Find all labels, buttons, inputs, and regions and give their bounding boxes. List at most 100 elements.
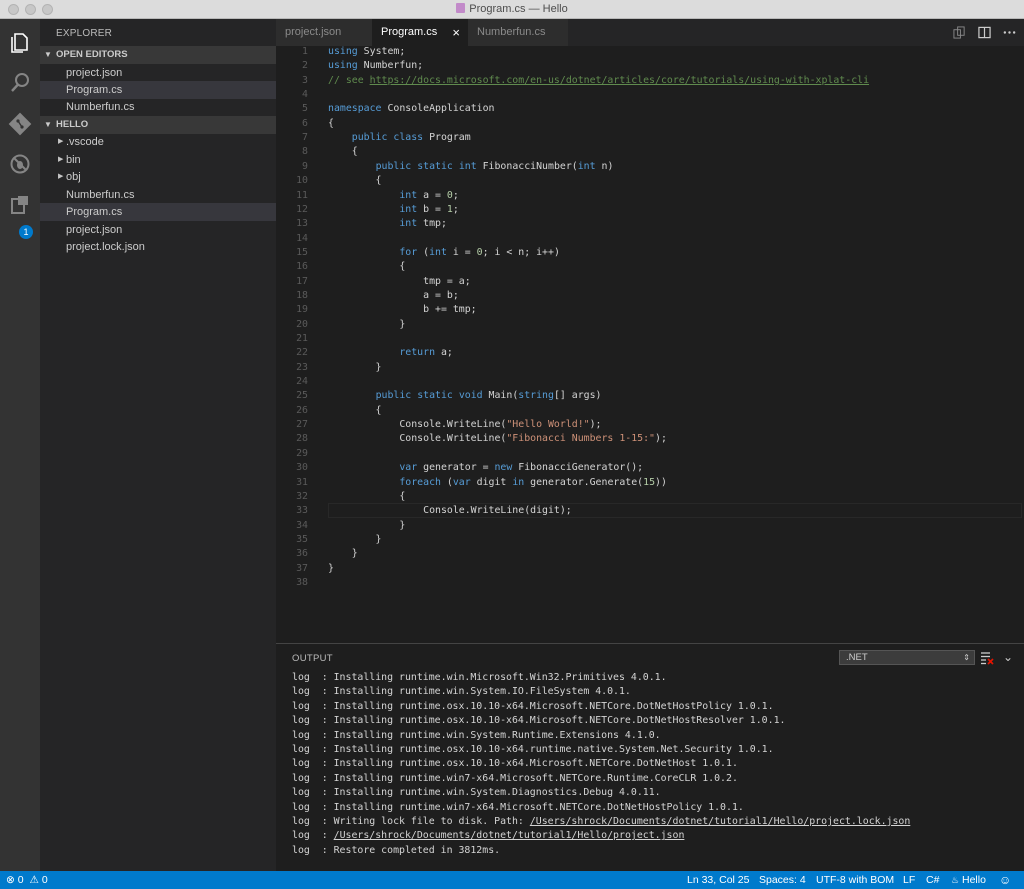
- line-number: 30: [296, 462, 308, 474]
- activity-bar: 1: [0, 19, 40, 871]
- language-mode[interactable]: C#: [926, 871, 939, 889]
- feedback-smiley-icon[interactable]: ☺: [999, 871, 1011, 889]
- line-ending[interactable]: LF: [903, 871, 915, 889]
- tree-item-label: project.lock.json: [66, 241, 145, 253]
- tree-item-label: obj: [66, 171, 81, 183]
- code-line: b += tmp;: [328, 304, 477, 316]
- code-line: foreach (var digit in generator.Generate…: [399, 476, 667, 488]
- line-number: 11: [296, 189, 308, 201]
- code-line: {: [328, 117, 334, 129]
- window-title-wrap: Program.cs — Hello: [0, 3, 1024, 15]
- line-number: 6: [302, 117, 308, 129]
- file-encoding[interactable]: UTF-8 with BOM: [816, 871, 894, 889]
- explorer-icon[interactable]: [8, 31, 32, 55]
- clear-output-icon[interactable]: [980, 651, 994, 665]
- line-number: 8: [302, 146, 308, 158]
- code-line: }: [328, 562, 334, 574]
- search-icon[interactable]: [8, 71, 32, 95]
- open-editor-item[interactable]: Program.cs: [40, 81, 276, 99]
- tab-label: project.json: [285, 26, 342, 38]
- output-line: log : Writing lock file to disk. Path: /…: [292, 816, 911, 827]
- code-line: int b = 1;: [399, 203, 459, 215]
- explorer-sidebar: EXPLORER ▼ OPEN EDITORS project.json Pro…: [40, 19, 276, 871]
- code-line: Console.WriteLine("Fibonacci Numbers 1-1…: [328, 433, 667, 445]
- tree-item-label: Program.cs: [66, 206, 123, 218]
- output-channel-select[interactable]: .NET ⇕: [839, 650, 975, 665]
- tree-item-label: .vscode: [66, 136, 104, 148]
- line-number: 4: [302, 89, 308, 101]
- code-line: public static void Main(string[] args): [375, 390, 602, 402]
- error-icon: ⊗: [6, 874, 15, 886]
- code-line: var generator = new FibonacciGenerator()…: [399, 462, 644, 474]
- line-number: 15: [296, 246, 308, 258]
- line-number: 22: [296, 347, 308, 359]
- output-line: log : Installing runtime.osx.10.10-x64.r…: [292, 744, 774, 755]
- tab-project-json[interactable]: project.json: [276, 19, 372, 46]
- code-line: Console.WriteLine("Hello World!");: [328, 419, 602, 431]
- tree-file-program[interactable]: Program.cs: [40, 203, 276, 221]
- code-line: {: [328, 490, 406, 502]
- warning-icon: ⚠: [29, 874, 39, 886]
- line-number: 5: [302, 103, 308, 115]
- indentation-setting[interactable]: Spaces: 4: [759, 871, 806, 889]
- code-line: public class Program: [351, 132, 471, 144]
- tab-numberfun-cs[interactable]: Numberfun.cs: [468, 19, 568, 46]
- line-number: 25: [296, 390, 308, 402]
- code-line: // see https://docs.microsoft.com/en-us/…: [328, 74, 870, 86]
- tree-item-label: bin: [66, 154, 81, 166]
- file-icon: [456, 3, 466, 13]
- output-line: log : Installing runtime.win.System.Runt…: [292, 729, 661, 741]
- window-title: Program.cs — Hello: [469, 3, 568, 15]
- open-editor-label: Program.cs: [66, 84, 123, 96]
- file-path-link[interactable]: /Users/shrock/Documents/dotnet/tutorial1…: [334, 830, 685, 841]
- folder-label: HELLO: [56, 119, 89, 130]
- tree-folder-vscode[interactable]: ▶ .vscode: [40, 133, 276, 151]
- output-channel-value: .NET: [846, 652, 868, 663]
- chevron-right-icon: ▶: [58, 138, 64, 145]
- flame-icon: ♨: [951, 875, 960, 885]
- more-actions-icon[interactable]: [1003, 26, 1016, 39]
- output-line: log : Installing runtime.win7-x64.Micros…: [292, 772, 738, 784]
- open-editor-label: Numberfun.cs: [66, 101, 135, 113]
- open-editor-item[interactable]: project.json: [40, 64, 276, 82]
- problems-indicator[interactable]: ⊗ 0 ⚠ 0: [6, 871, 48, 889]
- line-number: 13: [296, 218, 308, 230]
- output-line: log : /Users/shrock/Documents/dotnet/tut…: [292, 830, 685, 842]
- split-editor-icon[interactable]: [978, 26, 991, 39]
- line-number: 27: [296, 419, 308, 431]
- open-editors-header[interactable]: ▼ OPEN EDITORS: [40, 46, 276, 64]
- output-line: log : Installing runtime.osx.10.10-x64.M…: [292, 715, 786, 727]
- cursor-position[interactable]: Ln 33, Col 25: [687, 871, 749, 889]
- open-editor-item[interactable]: Numberfun.cs: [40, 98, 276, 116]
- debug-icon[interactable]: [8, 152, 32, 176]
- tree-folder-bin[interactable]: ▶ bin: [40, 151, 276, 169]
- tree-file-project-json[interactable]: project.json: [40, 221, 276, 239]
- tree-file-project-lock[interactable]: project.lock.json: [40, 238, 276, 256]
- code-line: using Numberfun;: [328, 60, 424, 72]
- hello-folder-header[interactable]: ▼ HELLO: [40, 116, 276, 134]
- line-number: 26: [296, 404, 308, 416]
- code-editor[interactable]: 1 2 3 4 5 6 7 8 9 10 11 12 13 14 15 16 17 18 19 20 21 22 23 24 2…: [276, 46, 1024, 643]
- tree-folder-obj[interactable]: ▶ obj: [40, 168, 276, 186]
- sidebar-title: EXPLORER: [56, 28, 113, 39]
- line-number: 18: [296, 289, 308, 301]
- line-number: 10: [296, 175, 308, 187]
- output-line: log : Installing runtime.win.System.IO.F…: [292, 686, 631, 698]
- open-changes-icon[interactable]: [953, 26, 966, 39]
- close-icon[interactable]: ×: [452, 19, 460, 46]
- code-line: return a;: [399, 347, 453, 359]
- code-line: {: [328, 146, 358, 158]
- chevron-down-icon[interactable]: ⌄: [1003, 650, 1013, 664]
- extensions-icon[interactable]: [8, 193, 32, 217]
- file-path-link[interactable]: /Users/shrock/Documents/dotnet/tutorial1…: [530, 816, 911, 827]
- code-line: }: [328, 361, 382, 373]
- line-number: 32: [296, 490, 308, 502]
- tab-program-cs[interactable]: Program.cs ×: [372, 19, 468, 46]
- project-selector[interactable]: ♨ Hello: [951, 871, 986, 889]
- extensions-badge: 1: [19, 225, 33, 239]
- tree-file-numberfun[interactable]: Numberfun.cs: [40, 186, 276, 204]
- source-control-icon[interactable]: [8, 112, 32, 136]
- tab-label: Program.cs: [381, 26, 438, 38]
- code-line: {: [328, 175, 382, 187]
- error-count: 0: [17, 874, 24, 886]
